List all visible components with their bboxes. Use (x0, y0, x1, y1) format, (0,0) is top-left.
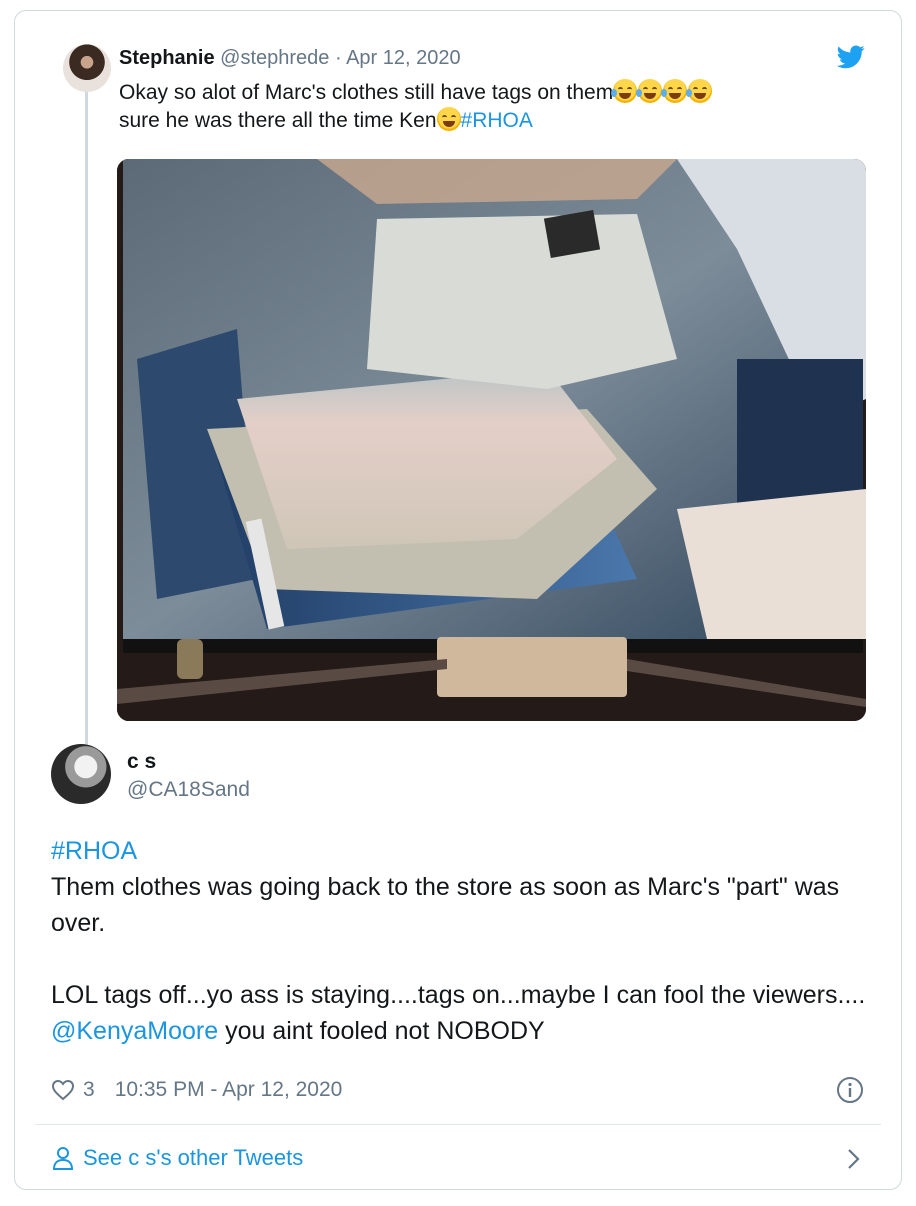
like-count[interactable]: 3 (83, 1078, 95, 1102)
tweet-paragraph-2: LOL tags off...yo ass is staying....tags… (51, 977, 871, 1049)
parent-text-line2: sure he was there all the time Ken (119, 109, 437, 132)
tweet-paragraph-2-end: you aint fooled not NOBODY (218, 1017, 545, 1045)
rolling-laughing-emoji-icon (611, 79, 638, 103)
tweet-timestamp[interactable]: 10:35 PM - Apr 12, 2020 (115, 1078, 343, 1102)
tears-of-joy-emoji-icon (636, 79, 663, 103)
hashtag-link[interactable]: #RHOA (51, 837, 137, 865)
avatar[interactable] (51, 744, 111, 804)
see-other-tweets-label[interactable]: See c s's other Tweets (83, 1145, 303, 1171)
author-handle[interactable]: @CA18Sand (127, 777, 250, 803)
meta-separator: · (329, 47, 347, 69)
tweet-paragraph-2-start: LOL tags off...yo ass is staying....tags… (51, 981, 873, 1009)
smirking-face-emoji-icon (436, 107, 461, 131)
divider (35, 1124, 881, 1125)
author-name[interactable]: Stephanie (119, 47, 215, 69)
see-other-tweets-link[interactable]: See c s's other Tweets (51, 1141, 303, 1175)
info-icon[interactable] (835, 1075, 865, 1105)
mention-link[interactable]: @KenyaMoore (51, 1017, 218, 1045)
hashtag-link[interactable]: #RHOA (461, 109, 533, 132)
author-handle[interactable]: @stephrede (220, 47, 329, 69)
twitter-bird-icon[interactable] (837, 45, 865, 69)
heart-icon[interactable] (51, 1079, 75, 1101)
chevron-right-icon[interactable] (841, 1146, 865, 1172)
tweet-paragraph-1: Them clothes was going back to the store… (51, 873, 847, 937)
parent-text-line1: Okay so alot of Marc's clothes still hav… (119, 81, 614, 104)
author-name[interactable]: c s (127, 749, 156, 775)
parent-tweet-text: Okay so alot of Marc's clothes still hav… (119, 79, 839, 135)
thread-line (85, 85, 88, 747)
rolling-laughing-emoji-icon (661, 79, 688, 103)
tears-of-joy-emoji-icon (686, 79, 713, 103)
tweet-text: #RHOA Them clothes was going back to the… (51, 833, 871, 1049)
avatar[interactable] (63, 44, 111, 92)
smirk-emoji-group (436, 107, 461, 131)
laughing-emoji-group (611, 79, 713, 103)
parent-tweet-header: Stephanie @stephrede · Apr 12, 2020 (119, 44, 461, 72)
tweet-date[interactable]: Apr 12, 2020 (346, 47, 461, 69)
tweet-photo[interactable] (117, 159, 866, 721)
person-icon (52, 1147, 74, 1170)
photo-of-folded-clothes-icon (117, 159, 866, 721)
embedded-tweet-card: Stephanie @stephrede · Apr 12, 2020 Okay… (14, 10, 902, 1190)
tweet-meta-row: 3 10:35 PM - Apr 12, 2020 (51, 1073, 342, 1107)
